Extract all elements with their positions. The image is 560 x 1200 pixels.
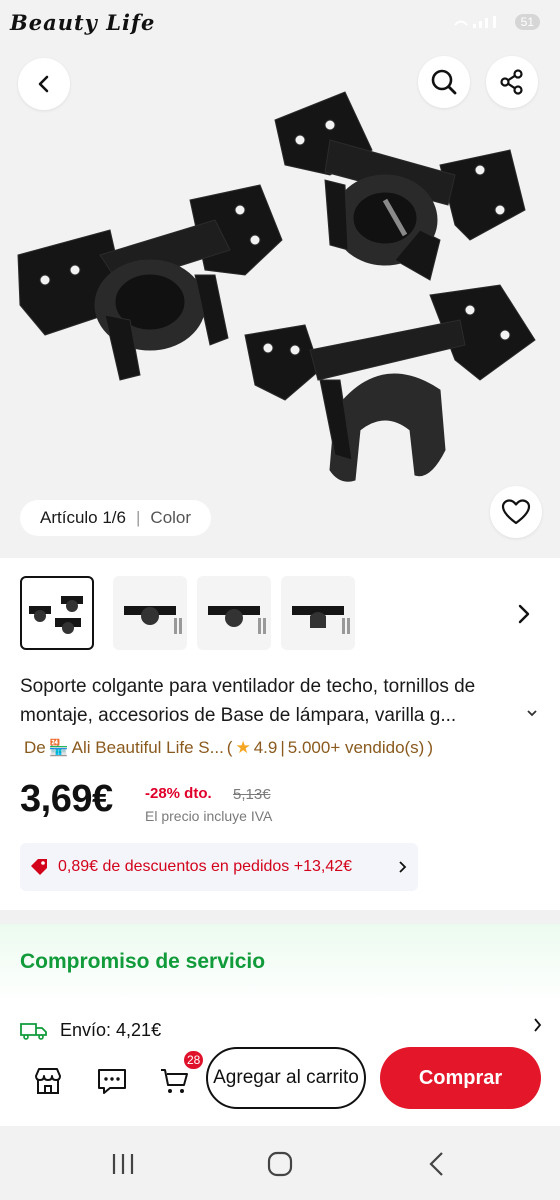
add-to-cart-button[interactable]: Agregar al carrito: [206, 1047, 366, 1109]
store-prefix: De: [24, 738, 46, 757]
store-logo-icon: 🏪: [48, 740, 69, 757]
signal-icon: [453, 16, 496, 28]
store-button[interactable]: [32, 1065, 64, 1097]
cart-icon: [161, 1069, 188, 1093]
chevron-right-icon: [399, 861, 407, 873]
original-price: 5,13€: [233, 786, 271, 803]
store-icon: [35, 1068, 61, 1094]
thumbnail-image: [124, 606, 182, 634]
store-rating-separator: |: [280, 738, 285, 757]
truck-icon: [20, 1023, 47, 1040]
thumbnail-3[interactable]: [197, 576, 271, 650]
shipping-cost: Envío: 4,21€: [60, 1019, 162, 1040]
system-navigation-bar: [0, 1126, 560, 1200]
action-bar: 28 Agregar al carrito Comprar: [0, 1045, 560, 1125]
current-price: 3,69€: [20, 778, 113, 820]
home-icon[interactable]: [265, 1150, 295, 1178]
vat-note: El precio incluye IVA: [145, 808, 273, 824]
shipping-row[interactable]: Envío: 4,21€: [20, 1015, 161, 1045]
cart-button[interactable]: [158, 1065, 190, 1097]
chat-button[interactable]: [96, 1065, 128, 1097]
store-info[interactable]: De 🏪 Ali Beautiful Life S... ( ★ 4.9 | 5…: [24, 738, 433, 758]
star-icon: ★: [235, 738, 251, 757]
bracket-image-left: [17, 184, 283, 381]
brand-watermark: Beauty Life: [10, 10, 156, 35]
image-counter-label: Artículo 1/6: [40, 508, 126, 527]
bracket-image-bottom: [244, 284, 536, 482]
recent-apps-icon[interactable]: [108, 1150, 138, 1178]
thumbnail-image: [292, 606, 350, 634]
thumbnail-strip: [0, 576, 560, 654]
system-back-icon[interactable]: [422, 1150, 452, 1178]
heart-icon: [501, 499, 531, 525]
coupon-banner[interactable]: 0,89€ de descuentos en pedidos +13,42€: [20, 843, 418, 891]
section-divider: [0, 910, 560, 924]
coupon-text: 0,89€ de descuentos en pedidos +13,42€: [58, 858, 353, 875]
store-open-paren: (: [226, 738, 233, 757]
wishlist-button[interactable]: [490, 486, 542, 538]
battery-indicator: 51: [514, 14, 540, 30]
image-counter: Artículo 1/6 | Color: [20, 500, 212, 536]
product-title[interactable]: Soporte colgante para ventilador de tech…: [20, 672, 540, 730]
counter-divider: |: [136, 508, 141, 527]
product-image: [17, 91, 536, 482]
chevron-right-icon[interactable]: [514, 600, 534, 628]
color-link[interactable]: Color: [150, 508, 191, 528]
discount-badge: -28% dto.: [145, 785, 212, 802]
tag-icon: [31, 859, 47, 875]
sold-count: 5.000+ vendido(s): [287, 738, 425, 757]
thumbnail-image: [208, 606, 266, 634]
cart-count-badge: 28: [182, 1049, 206, 1071]
bracket-image-top: [274, 91, 526, 281]
thumbnail-image: [29, 596, 83, 634]
product-gallery[interactable]: Beauty Life 51 Artículo 1/6 | Color: [0, 0, 560, 558]
buy-now-button[interactable]: Comprar: [380, 1047, 541, 1109]
thumbnail-2[interactable]: [113, 576, 187, 650]
thumbnail-4[interactable]: [281, 576, 355, 650]
product-page: Beauty Life 51 Artículo 1/6 | Color Sopo…: [0, 0, 560, 1200]
store-name[interactable]: Ali Beautiful Life S...: [72, 738, 224, 758]
chat-icon: [98, 1069, 126, 1094]
thumbnail-1[interactable]: [20, 576, 94, 650]
service-title[interactable]: Compromiso de servicio: [20, 950, 265, 974]
store-close-paren: ): [427, 738, 434, 757]
store-rating: 4.9: [253, 738, 278, 757]
status-bar: 51: [453, 14, 540, 30]
chevron-right-icon[interactable]: [534, 1018, 542, 1032]
chevron-down-icon[interactable]: [526, 707, 538, 719]
